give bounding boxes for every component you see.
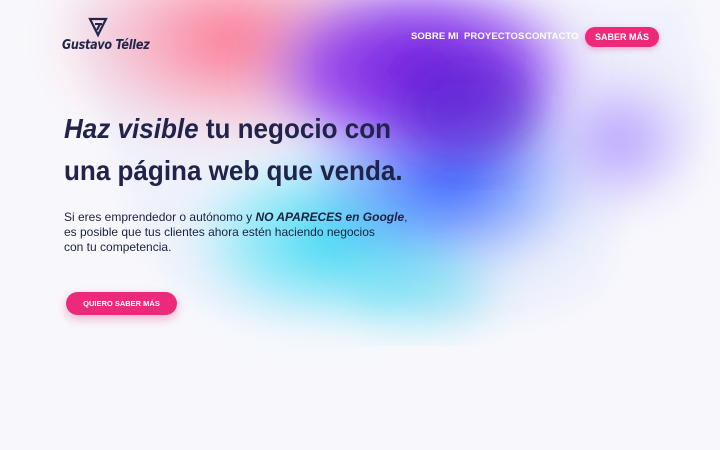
hero-title-line-2: una página web que venda. bbox=[64, 155, 403, 186]
gt-monogram-icon bbox=[88, 17, 108, 38]
hero-title-rest: tu negocio con bbox=[198, 113, 392, 144]
brand-name: Gustavo Téllez bbox=[62, 38, 150, 53]
nav-link-proyectos[interactable]: PROYECTOS bbox=[464, 31, 524, 42]
saber-mas-button[interactable]: SABER MÁS bbox=[585, 27, 659, 47]
brand-logo[interactable]: Gustavo Téllez bbox=[62, 16, 150, 58]
hero-description: Si eres emprendedor o autónomo y NO APAR… bbox=[64, 210, 408, 255]
hero-text-line-3: con tu competencia. bbox=[64, 240, 172, 254]
hero-text-strong: NO APARECES en Google bbox=[255, 210, 405, 224]
hero-title-highlight: Haz visible bbox=[64, 113, 199, 144]
quiero-saber-mas-button[interactable]: QUIERO SABER MÁS bbox=[66, 292, 177, 315]
nav-link-sobre-mi[interactable]: SOBRE MI bbox=[411, 31, 459, 42]
hero-title-line-1: Haz visible tu negocio con bbox=[64, 108, 417, 150]
nav-link-contacto[interactable]: CONTACTO bbox=[525, 31, 579, 42]
hero-text-line-2: es posible que tus clientes ahora estén … bbox=[64, 225, 375, 239]
hero-title: Haz visible tu negocio con una página we… bbox=[64, 108, 417, 192]
hero-text-before: Si eres emprendedor o autónomo y bbox=[64, 210, 256, 224]
hero-text-after: , bbox=[404, 210, 408, 224]
hero-text-line-1: Si eres emprendedor o autónomo y NO APAR… bbox=[64, 210, 408, 225]
